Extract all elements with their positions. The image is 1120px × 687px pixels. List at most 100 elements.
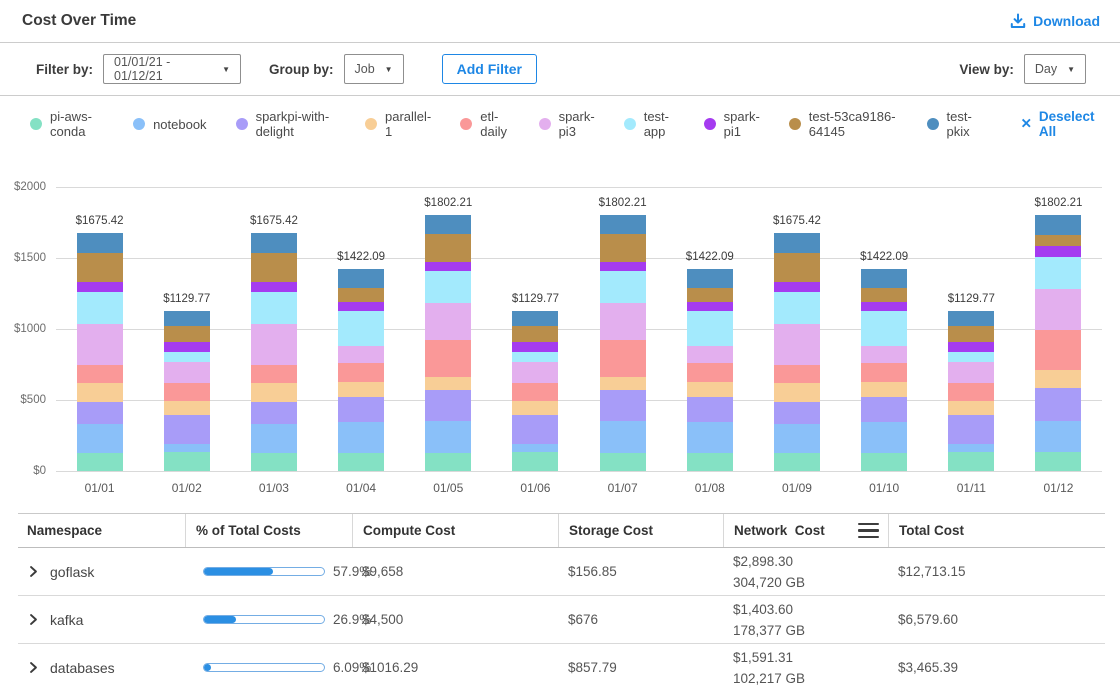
- bar-segment-spark-pi3[interactable]: [600, 303, 646, 341]
- bar-segment-spark-pi1[interactable]: [687, 302, 733, 312]
- bar-segment-etl-daily[interactable]: [425, 340, 471, 377]
- bar-segment-spark-pi3[interactable]: [77, 324, 123, 365]
- bar-segment-etl-daily[interactable]: [512, 383, 558, 401]
- bar-segment-sparkpi-with-delight[interactable]: [338, 397, 384, 422]
- bar-segment-etl-daily[interactable]: [687, 363, 733, 381]
- bar-segment-pi-aws-conda[interactable]: [687, 453, 733, 471]
- bar-segment-spark-pi1[interactable]: [77, 282, 123, 292]
- bar-segment-notebook[interactable]: [425, 421, 471, 453]
- bar-segment-etl-daily[interactable]: [600, 340, 646, 377]
- bar-segment-test-app[interactable]: [687, 311, 733, 346]
- bar-segment-parallel-1[interactable]: [77, 383, 123, 402]
- bar-segment-spark-pi1[interactable]: [1035, 246, 1081, 257]
- bar-segment-test-pkix[interactable]: [861, 269, 907, 288]
- bar-segment-test-53ca9186-64145[interactable]: [948, 326, 994, 342]
- bar-segment-notebook[interactable]: [1035, 421, 1081, 452]
- download-button[interactable]: Download: [1010, 13, 1100, 29]
- deselect-all-button[interactable]: ✕ Deselect All: [1021, 109, 1100, 139]
- bar-segment-test-app[interactable]: [861, 311, 907, 346]
- chevron-right-icon[interactable]: [27, 565, 40, 578]
- bar-segment-test-53ca9186-64145[interactable]: [512, 326, 558, 342]
- bar-segment-etl-daily[interactable]: [77, 365, 123, 384]
- bar-segment-test-app[interactable]: [512, 352, 558, 362]
- bar-segment-spark-pi3[interactable]: [251, 324, 297, 365]
- bar-segment-test-pkix[interactable]: [512, 311, 558, 327]
- legend-item-sparkpi-with-delight[interactable]: sparkpi-with-delight: [236, 109, 336, 139]
- bar-segment-test-app[interactable]: [251, 292, 297, 324]
- bar-segment-test-app[interactable]: [948, 352, 994, 362]
- bar-segment-parallel-1[interactable]: [1035, 370, 1081, 388]
- bar-segment-test-53ca9186-64145[interactable]: [338, 288, 384, 302]
- legend-item-etl-daily[interactable]: etl-daily: [460, 109, 509, 139]
- bar-segment-spark-pi1[interactable]: [251, 282, 297, 292]
- bar-segment-spark-pi1[interactable]: [164, 342, 210, 352]
- bar-segment-pi-aws-conda[interactable]: [338, 453, 384, 471]
- bar-segment-test-53ca9186-64145[interactable]: [774, 253, 820, 282]
- legend-item-notebook[interactable]: notebook: [133, 117, 207, 132]
- bar-segment-pi-aws-conda[interactable]: [251, 453, 297, 471]
- bar-segment-sparkpi-with-delight[interactable]: [600, 390, 646, 422]
- bar-segment-notebook[interactable]: [251, 424, 297, 453]
- bar-segment-pi-aws-conda[interactable]: [774, 453, 820, 471]
- bar-segment-etl-daily[interactable]: [1035, 330, 1081, 370]
- add-filter-button[interactable]: Add Filter: [442, 54, 537, 84]
- bar-segment-pi-aws-conda[interactable]: [948, 452, 994, 471]
- bar-segment-etl-daily[interactable]: [774, 365, 820, 384]
- bar-segment-parallel-1[interactable]: [512, 401, 558, 415]
- bar-segment-pi-aws-conda[interactable]: [1035, 452, 1081, 471]
- bar-segment-test-app[interactable]: [338, 311, 384, 346]
- bar-segment-parallel-1[interactable]: [600, 377, 646, 390]
- view-by-select[interactable]: Day ▼: [1024, 54, 1086, 84]
- bar-segment-parallel-1[interactable]: [338, 382, 384, 398]
- bar-segment-test-53ca9186-64145[interactable]: [425, 234, 471, 262]
- bar-segment-test-app[interactable]: [774, 292, 820, 324]
- bar-segment-pi-aws-conda[interactable]: [77, 453, 123, 471]
- bar-segment-spark-pi3[interactable]: [512, 362, 558, 383]
- bar-segment-parallel-1[interactable]: [687, 382, 733, 398]
- bar-segment-test-pkix[interactable]: [77, 233, 123, 253]
- bar-segment-test-app[interactable]: [164, 352, 210, 362]
- bar-segment-spark-pi1[interactable]: [774, 282, 820, 292]
- bar-segment-notebook[interactable]: [861, 422, 907, 453]
- bar-segment-sparkpi-with-delight[interactable]: [861, 397, 907, 422]
- bar-segment-notebook[interactable]: [338, 422, 384, 453]
- bar-segment-notebook[interactable]: [948, 444, 994, 452]
- group-by-select[interactable]: Job ▼: [344, 54, 404, 84]
- bar-segment-notebook[interactable]: [687, 422, 733, 453]
- bar-segment-spark-pi1[interactable]: [600, 262, 646, 272]
- bar-segment-sparkpi-with-delight[interactable]: [774, 402, 820, 424]
- bar-segment-notebook[interactable]: [600, 421, 646, 453]
- bar-segment-sparkpi-with-delight[interactable]: [512, 415, 558, 444]
- bar-segment-test-pkix[interactable]: [600, 215, 646, 233]
- bar-segment-etl-daily[interactable]: [861, 363, 907, 381]
- bar-segment-test-pkix[interactable]: [948, 311, 994, 327]
- bar-segment-parallel-1[interactable]: [251, 383, 297, 402]
- bar-segment-etl-daily[interactable]: [948, 383, 994, 401]
- chevron-right-icon[interactable]: [27, 613, 40, 626]
- bar-segment-sparkpi-with-delight[interactable]: [164, 415, 210, 444]
- bar-segment-test-53ca9186-64145[interactable]: [687, 288, 733, 302]
- bar-segment-parallel-1[interactable]: [425, 377, 471, 390]
- bar-segment-parallel-1[interactable]: [861, 382, 907, 398]
- bar-segment-pi-aws-conda[interactable]: [425, 453, 471, 471]
- menu-icon[interactable]: [858, 523, 879, 539]
- bar-segment-parallel-1[interactable]: [774, 383, 820, 402]
- bar-segment-test-app[interactable]: [600, 271, 646, 302]
- legend-item-test-pkix[interactable]: test-pkix: [927, 109, 979, 139]
- bar-segment-pi-aws-conda[interactable]: [512, 452, 558, 471]
- bar-segment-test-pkix[interactable]: [251, 233, 297, 253]
- bar-segment-spark-pi3[interactable]: [164, 362, 210, 383]
- legend-item-test-app[interactable]: test-app: [624, 109, 675, 139]
- bar-segment-spark-pi1[interactable]: [512, 342, 558, 352]
- bar-segment-spark-pi1[interactable]: [425, 262, 471, 272]
- bar-segment-parallel-1[interactable]: [948, 401, 994, 415]
- date-range-select[interactable]: 01/01/21 - 01/12/21 ▼: [103, 54, 241, 84]
- bar-segment-test-pkix[interactable]: [1035, 215, 1081, 235]
- bar-segment-test-pkix[interactable]: [774, 233, 820, 253]
- bar-segment-pi-aws-conda[interactable]: [600, 453, 646, 471]
- bar-segment-test-53ca9186-64145[interactable]: [600, 234, 646, 262]
- bar-segment-spark-pi3[interactable]: [687, 346, 733, 363]
- bar-segment-spark-pi3[interactable]: [861, 346, 907, 363]
- bar-segment-notebook[interactable]: [164, 444, 210, 452]
- bar-segment-notebook[interactable]: [512, 444, 558, 452]
